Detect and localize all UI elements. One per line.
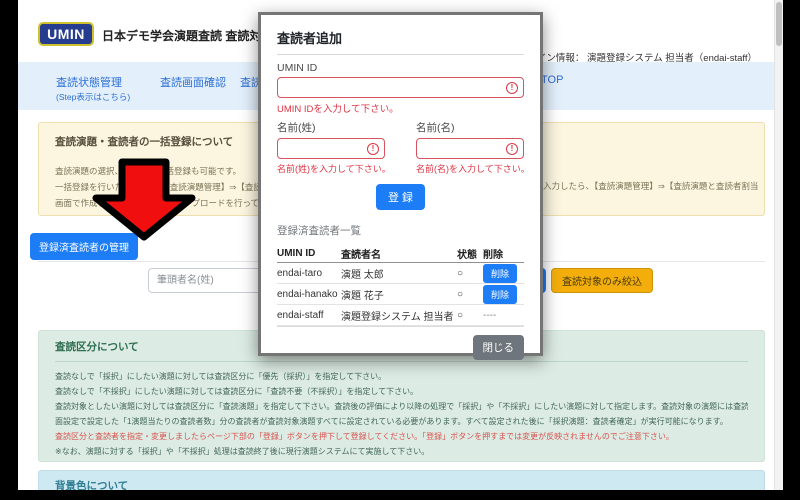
lead-author-surname-input[interactable]	[148, 268, 266, 293]
reviewer-name: 演題 花子	[341, 287, 457, 302]
col-umin-id: UMIN ID	[277, 248, 341, 259]
narrow-to-review-targets-button[interactable]: 査読対象のみ絞込	[551, 268, 653, 293]
nav-top[interactable]: TOP	[541, 74, 563, 86]
kubun-note-line: ※なお、演題に対する「採択」や「不採択」処理は査読終了後に現行演題システムにて実…	[55, 445, 748, 460]
divider	[55, 361, 748, 362]
kubun-line1: 査読なしで「採択」にしたい演題に対しては査読区分に「優先（採択）」を指定して下さ…	[55, 370, 748, 385]
kubun-line2: 査読なしで「不採択」にしたい演題に対しては査読区分に「査読不要（不採択）」を指定…	[55, 385, 748, 400]
status-circle: ○	[457, 268, 483, 279]
error-icon: !	[367, 143, 379, 155]
bulk-text-line2-right: 入力したら、【査読演題管理】⇒【査読演題と査読者割当	[543, 180, 764, 192]
status-circle: ○	[457, 289, 483, 300]
umin-id-label: UMIN ID	[277, 62, 524, 74]
table-row: endai-taro 演題 太郎 ○ 削除	[277, 263, 524, 284]
kubun-line4: 面設定で設定した「1演題当たりの査読者数」分の査読者が査読対象演題すべてに設定さ…	[55, 415, 748, 430]
divider	[277, 54, 524, 55]
lastname-label: 名前(姓)	[277, 120, 385, 135]
reviewer-umin-id: endai-hanako	[277, 289, 341, 300]
umin-id-error: UMIN IDを入力して下さい。	[277, 101, 524, 115]
col-reviewer-name: 査読者名	[341, 246, 457, 261]
reviewer-name: 演題登録システム 担当者	[341, 308, 457, 323]
nav-review-screen-check[interactable]: 査読画面確認	[160, 74, 226, 90]
reviewer-umin-id: endai-taro	[277, 268, 341, 279]
reviewer-table-header: UMIN ID 査読者名 状態 削除	[277, 244, 524, 263]
page-content: UMIN 日本デモ学会演題査読 査読対象と査 ログイン情報： 演題登録システム …	[18, 0, 783, 490]
modal-footer: 閉じる	[277, 326, 524, 360]
screen: UMIN 日本デモ学会演題査読 査読対象と査 ログイン情報： 演題登録システム …	[0, 0, 800, 500]
kubun-warning-line: 査読区分と査読者を指定・変更しましたらページ下部の「登録」ボタンを押下して登録し…	[55, 430, 748, 445]
firstname-label: 名前(名)	[416, 120, 524, 135]
add-reviewer-modal: 査読者追加 UMIN ID ! UMIN IDを入力して下さい。 名前(姓) !…	[258, 12, 543, 356]
nav-review-status[interactable]: 査読状態管理	[56, 74, 122, 90]
table-row: endai-staff 演題登録システム 担当者 ○ ----	[277, 305, 524, 326]
kubun-line3: 査読対象としたい演題に対しては査読区分に「査読演題」を指定して下さい。査読後の評…	[55, 400, 748, 415]
col-delete: 削除	[483, 246, 524, 261]
scrollbar-thumb[interactable]	[776, 2, 782, 46]
modal-title: 査読者追加	[277, 28, 524, 47]
red-arrow-annotation	[88, 158, 200, 242]
delete-button[interactable]: 削除	[483, 285, 517, 304]
reviewer-umin-id: endai-staff	[277, 310, 341, 321]
background-color-heading: 背景色について	[55, 478, 748, 490]
umin-logo: UMIN	[38, 22, 94, 46]
firstname-error: 名前(名)を入力して下さい。	[416, 162, 524, 175]
background-color-section: 背景色について	[38, 470, 765, 490]
delete-button[interactable]: 削除	[483, 264, 517, 283]
status-circle: ○	[457, 310, 483, 321]
vertical-scrollbar[interactable]	[774, 0, 783, 490]
nav-step-link[interactable]: (Step表示はこちら)	[56, 91, 130, 103]
error-icon: !	[506, 82, 518, 94]
reviewer-name: 演題 太郎	[341, 266, 457, 281]
register-button[interactable]: 登 録	[376, 184, 425, 210]
umin-id-input[interactable]	[277, 77, 524, 98]
no-delete-placeholder: ----	[483, 310, 524, 321]
reviewer-table: UMIN ID 査読者名 状態 削除 endai-taro 演題 太郎 ○ 削除…	[277, 244, 524, 326]
bulk-section-heading: 査読演題・査読者の一括登録について	[55, 134, 233, 149]
umin-logo-text: UMIN	[47, 26, 85, 42]
col-status: 状態	[457, 246, 483, 261]
registered-reviewer-list-heading: 登録済査読者一覧	[277, 223, 524, 238]
error-icon: !	[506, 143, 518, 155]
lastname-error: 名前(姓)を入力して下さい。	[277, 162, 385, 175]
table-row: endai-hanako 演題 花子 ○ 削除	[277, 284, 524, 305]
close-button[interactable]: 閉じる	[473, 335, 525, 360]
